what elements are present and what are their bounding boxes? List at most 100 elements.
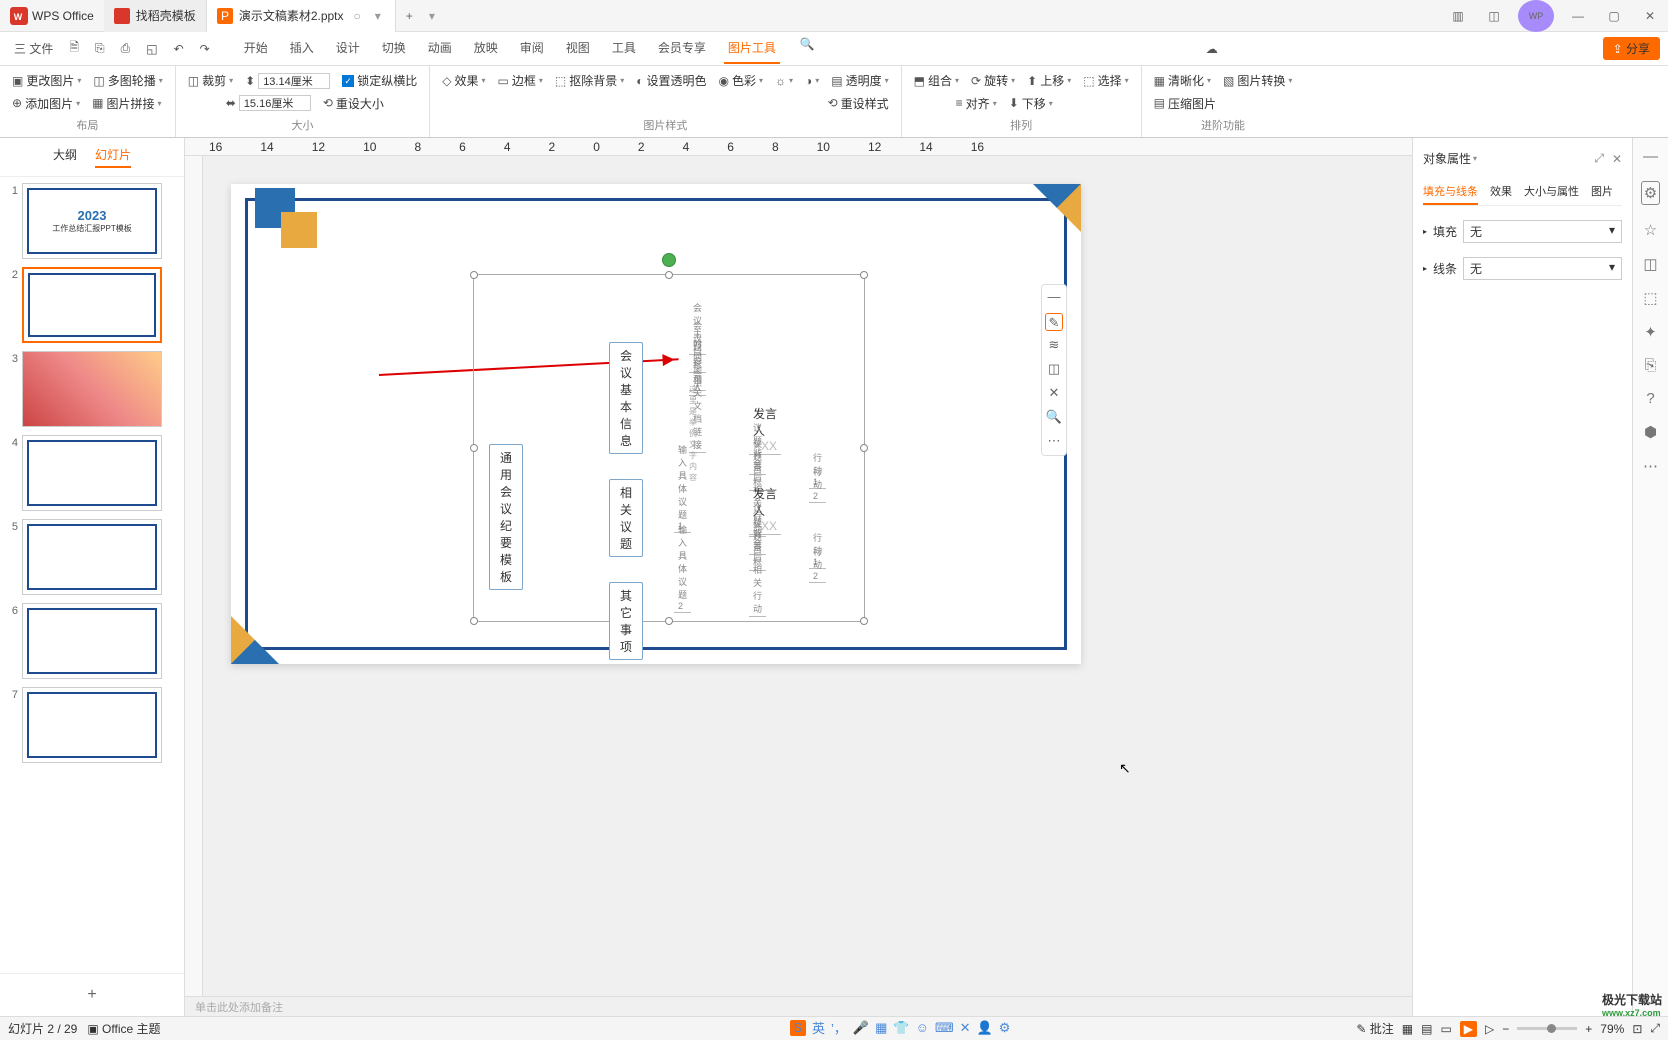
float-layers-icon[interactable]: ≋	[1045, 337, 1063, 355]
convert-button[interactable]: ▧图片转换▾	[1221, 70, 1294, 91]
rp-tab-size[interactable]: 大小与属性	[1524, 179, 1579, 205]
rotate-button[interactable]: ⟳ 旋转▾	[969, 70, 1017, 91]
tab-transition[interactable]: 切换	[378, 33, 410, 64]
ime-i3[interactable]: ▦	[875, 1020, 887, 1036]
cube-icon[interactable]: ◫	[1476, 0, 1512, 32]
tab-show[interactable]: 放映	[470, 33, 502, 64]
movedown-button[interactable]: ⬇ 下移▾	[1007, 93, 1055, 114]
close-panel-icon[interactable]: ✕	[1612, 152, 1622, 166]
brightness-button[interactable]: ☼▾	[773, 72, 795, 90]
tab-design[interactable]: 设计	[332, 33, 364, 64]
float-edit-icon[interactable]: ✎	[1045, 313, 1063, 331]
rp-tab-fill[interactable]: 填充与线条	[1423, 179, 1478, 205]
ime-i8[interactable]: 👤	[977, 1020, 993, 1036]
tab-start[interactable]: 开始	[240, 33, 272, 64]
trans-button[interactable]: ▤ 透明度▾	[829, 70, 890, 91]
tab-tools[interactable]: 工具	[608, 33, 640, 64]
side-settings-icon[interactable]: ⚙	[1641, 181, 1660, 205]
print-icon[interactable]: ⎙	[115, 37, 137, 60]
moveup-button[interactable]: ⬆ 上移▾	[1025, 70, 1073, 91]
notes-placeholder[interactable]: 单击此处添加备注	[185, 996, 1412, 1016]
ime-i5[interactable]: ☺	[916, 1020, 929, 1035]
color-button[interactable]: ◉色彩▾	[716, 70, 765, 91]
thumb-7[interactable]	[22, 687, 162, 763]
float-collapse-icon[interactable]: —	[1045, 289, 1063, 307]
rp-tab-fx[interactable]: 效果	[1490, 179, 1512, 205]
change-pic-button[interactable]: ▣ 更改图片▾	[10, 70, 83, 91]
handle-tm[interactable]	[665, 271, 673, 279]
tab-review[interactable]: 审阅	[516, 33, 548, 64]
comment-button[interactable]: ✎ 批注	[1356, 1020, 1393, 1037]
ime-i6[interactable]: ⌨	[935, 1020, 954, 1036]
handle-mr[interactable]	[860, 444, 868, 452]
line-select[interactable]: 无▾	[1463, 257, 1622, 280]
tab-close-icon[interactable]: ○	[350, 9, 365, 23]
handle-ml[interactable]	[470, 444, 478, 452]
theme-indicator[interactable]: ▣ Office 主题	[87, 1020, 160, 1037]
outline-tab[interactable]: 大纲	[53, 146, 77, 168]
side-link-icon[interactable]: ⬚	[1643, 289, 1657, 307]
pin-icon[interactable]: ⤢	[1594, 151, 1604, 166]
float-more-icon[interactable]: ⋯	[1045, 433, 1063, 451]
merge-pic-button[interactable]: ▦ 图片拼接▾	[90, 93, 163, 114]
tab-menu-icon[interactable]: ▾	[371, 9, 385, 23]
zoom-in-icon[interactable]: +	[1585, 1022, 1592, 1036]
tab-template[interactable]: 找稻壳模板	[104, 0, 207, 32]
ime-lang[interactable]: 英	[812, 1018, 825, 1037]
handle-bl[interactable]	[470, 617, 478, 625]
zoom-value[interactable]: 79%	[1600, 1022, 1624, 1036]
slide-canvas[interactable]: 通用会议纪要模板 会议基本信息 会议主题 会议目标 时间地点 参会人 相关文档链…	[231, 184, 1081, 664]
new-tab-button[interactable]: +	[396, 9, 423, 23]
handle-bm[interactable]	[665, 617, 673, 625]
tab-anim[interactable]: 动画	[424, 33, 456, 64]
ime-i7[interactable]: ✕	[960, 1020, 971, 1036]
height-input[interactable]: ⬍	[243, 71, 332, 91]
rotate-handle[interactable]	[662, 253, 676, 267]
fit-icon[interactable]: ⊡	[1632, 1022, 1642, 1036]
cloud-icon[interactable]: ☁	[1200, 38, 1224, 60]
add-pic-button[interactable]: ⊕ 添加图片▾	[10, 93, 82, 114]
slides-tab[interactable]: 幻灯片	[95, 146, 131, 168]
width-input[interactable]: ⬌	[224, 93, 313, 113]
handle-br[interactable]	[860, 617, 868, 625]
side-more-icon[interactable]: ⋯	[1643, 457, 1658, 475]
thumb-3[interactable]	[22, 351, 162, 427]
preview-icon[interactable]: ◱	[140, 38, 163, 60]
undo-icon[interactable]: ↶	[168, 38, 190, 60]
export-icon[interactable]: ⎘	[89, 37, 111, 60]
align-button[interactable]: ≡ 对齐▾	[954, 93, 999, 114]
file-menu[interactable]: 三 文件	[8, 36, 59, 61]
thumb-1[interactable]: 2023 工作总结汇报PPT模板	[22, 183, 162, 259]
float-crop-icon[interactable]: ◫	[1045, 361, 1063, 379]
zoom-slider[interactable]	[1517, 1027, 1577, 1030]
view-sorter-icon[interactable]: ▤	[1421, 1022, 1432, 1036]
multi-pic-button[interactable]: ◫ 多图轮播▾	[91, 70, 164, 91]
lock-ratio[interactable]: ✓ 锁定纵横比	[340, 70, 419, 91]
fx-button[interactable]: ◇效果▾	[440, 70, 487, 91]
thumb-5[interactable]	[22, 519, 162, 595]
side-collapse-icon[interactable]: —	[1643, 148, 1658, 165]
sharpen-button[interactable]: ▦ 清晰化▾	[1152, 70, 1213, 91]
tab-vip[interactable]: 会员专享	[654, 33, 710, 64]
side-magic-icon[interactable]: ✦	[1644, 323, 1657, 341]
tab-view[interactable]: 视图	[562, 33, 594, 64]
minimize-icon[interactable]: —	[1560, 0, 1596, 32]
ime-i2[interactable]: 🎤	[853, 1020, 869, 1036]
contrast-button[interactable]: ◑▾	[803, 72, 821, 90]
add-slide-button[interactable]: +	[0, 973, 184, 1016]
side-help-icon[interactable]: ?	[1646, 390, 1654, 407]
crop-button[interactable]: ◫裁剪▾	[186, 70, 235, 91]
settrans-button[interactable]: ◐设置透明色	[634, 70, 708, 91]
ime-logo[interactable]: S	[790, 1020, 806, 1036]
expand-icon[interactable]: ⤢	[1650, 1021, 1660, 1036]
reset-style-button[interactable]: ⟲ 重设样式	[826, 93, 891, 114]
thumb-4[interactable]	[22, 435, 162, 511]
layout-icon[interactable]: ▥	[1440, 0, 1476, 32]
reset-size-button[interactable]: ⟲ 重设大小	[321, 93, 386, 114]
selection-box[interactable]	[473, 274, 865, 622]
float-tools-icon[interactable]: ✕	[1045, 385, 1063, 403]
side-clip-icon[interactable]: ⎘	[1644, 357, 1656, 374]
user-avatar[interactable]: WP	[1518, 0, 1554, 32]
view-normal-icon[interactable]: ▦	[1402, 1022, 1413, 1036]
save-icon[interactable]: 🗎	[63, 34, 85, 63]
